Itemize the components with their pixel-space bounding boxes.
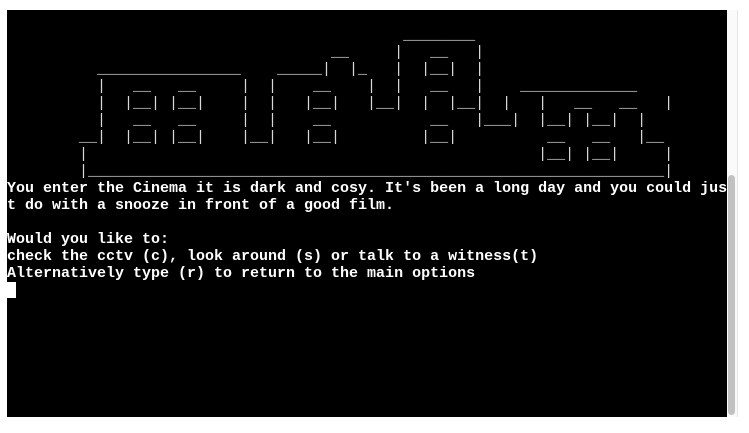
- scrollbar[interactable]: [727, 10, 738, 417]
- terminal-cursor[interactable]: [7, 282, 16, 298]
- scrollbar-thumb[interactable]: [728, 175, 735, 415]
- terminal[interactable]: ________ __ | __ | ________________ ____…: [7, 10, 727, 417]
- output-line: You enter the Cinema it is dark and cosy…: [7, 180, 727, 197]
- output-line: Would you like to:: [7, 231, 170, 248]
- ascii-art-cinema: ________ __ | __ | ________________ ____…: [79, 27, 674, 180]
- output-line: t do with a snooze in front of a good fi…: [7, 197, 395, 214]
- output-line: Alternatively type (r) to return to the …: [7, 265, 476, 282]
- terminal-output: You enter the Cinema it is dark and cosy…: [7, 180, 727, 299]
- output-line: check the cctv (c), look around (s) or t…: [7, 248, 539, 265]
